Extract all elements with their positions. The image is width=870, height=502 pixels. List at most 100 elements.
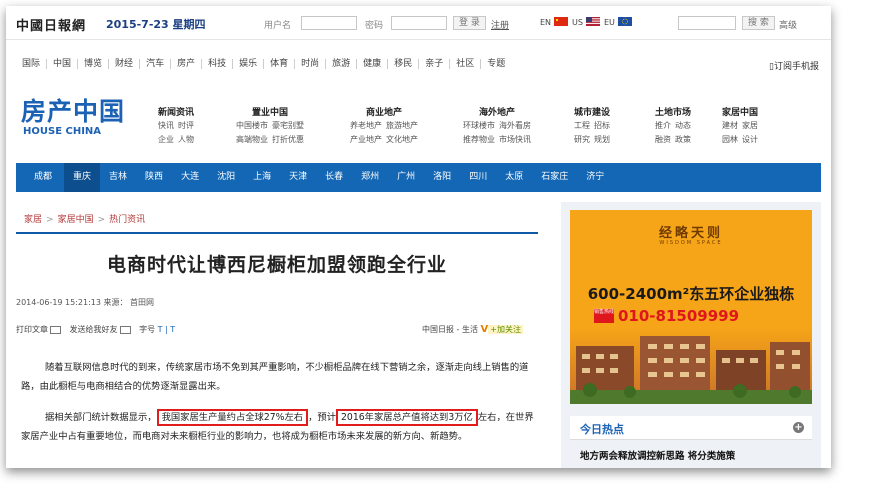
city-link[interactable]: 大连 <box>172 163 208 192</box>
section-nav-link[interactable]: 养老地产 <box>350 121 382 130</box>
city-link[interactable]: 长春 <box>316 163 352 192</box>
mobile-subscribe-link[interactable]: ▯订阅手机报 <box>769 59 819 72</box>
lang-en-label[interactable]: EN <box>540 18 551 27</box>
register-link[interactable]: 注册 <box>491 18 509 31</box>
section-nav-title[interactable]: 城市建设 <box>572 107 612 119</box>
breadcrumb-home[interactable]: 家居 <box>24 215 42 225</box>
city-link[interactable]: 太原 <box>496 163 532 192</box>
section-nav-link[interactable]: 中国楼市 <box>236 121 268 130</box>
section-nav-link[interactable]: 环球楼市 <box>463 121 495 130</box>
breadcrumb-section[interactable]: 家居中国 <box>58 215 94 225</box>
section-nav-link[interactable]: 豪宅别墅 <box>272 121 304 130</box>
send-friend-link[interactable]: 发送给我好友 <box>70 325 118 334</box>
font-size-toggle[interactable]: T | T <box>158 325 176 334</box>
channel-link[interactable]: 财经 <box>109 59 141 69</box>
channel-link[interactable]: 博览 <box>78 59 110 69</box>
search-button[interactable]: 搜 索 <box>742 16 775 30</box>
channel-link[interactable]: 旅游 <box>326 59 358 69</box>
search-input[interactable] <box>678 16 736 30</box>
section-nav-title[interactable]: 新闻资讯 <box>156 107 196 119</box>
city-link[interactable]: 洛阳 <box>424 163 460 192</box>
section-nav-link[interactable]: 人物 <box>178 135 194 144</box>
channel-link[interactable]: 娱乐 <box>233 59 265 69</box>
section-nav-title[interactable]: 家居中国 <box>720 107 760 119</box>
print-link[interactable]: 打印文章 <box>16 325 48 334</box>
channel-link[interactable]: 汽车 <box>140 59 172 69</box>
section-nav-link[interactable]: 推介 <box>655 121 671 130</box>
city-link[interactable]: 上海 <box>244 163 280 192</box>
section-nav-title[interactable]: 土地市场 <box>653 107 693 119</box>
city-link[interactable]: 济宁 <box>577 163 613 192</box>
section-nav-link[interactable]: 工程 <box>574 121 590 130</box>
city-link[interactable]: 重庆 <box>64 163 101 192</box>
username-input[interactable] <box>301 16 357 30</box>
login-button[interactable]: 登 录 <box>453 16 486 30</box>
ad-brand-en: WISDOM SPACE <box>659 240 723 246</box>
section-nav-link[interactable]: 政策 <box>675 135 691 144</box>
channel-link[interactable]: 科技 <box>202 59 234 69</box>
channel-link[interactable]: 社区 <box>450 59 482 69</box>
section-nav-link[interactable]: 建材 <box>722 121 738 130</box>
section-nav-link[interactable]: 设计 <box>742 135 758 144</box>
us-flag-icon[interactable] <box>586 17 600 26</box>
section-nav-link[interactable]: 动态 <box>675 121 691 130</box>
password-input[interactable] <box>391 16 447 30</box>
section-nav-title[interactable]: 海外地产 <box>461 107 533 119</box>
section-nav-link[interactable]: 市场快讯 <box>499 135 531 144</box>
city-link[interactable]: 陕西 <box>136 163 172 192</box>
section-nav-link[interactable]: 海外看房 <box>499 121 531 130</box>
city-link[interactable]: 天津 <box>280 163 316 192</box>
lang-us-label[interactable]: US <box>572 18 583 27</box>
city-link[interactable]: 沈阳 <box>208 163 244 192</box>
section-nav-link[interactable]: 家居 <box>742 121 758 130</box>
city-link[interactable]: 石家庄 <box>532 163 577 192</box>
section-nav-link[interactable]: 时评 <box>178 121 194 130</box>
follow-button[interactable]: +加关注 <box>488 325 523 334</box>
expand-plus-icon[interactable]: + <box>793 422 804 433</box>
breadcrumb-current[interactable]: 热门资讯 <box>109 215 145 225</box>
site-brand[interactable]: 中國日報網 <box>16 15 86 34</box>
china-flag-icon[interactable] <box>554 17 568 26</box>
eu-flag-icon[interactable] <box>618 17 632 26</box>
section-nav-link[interactable]: 旅游地产 <box>386 121 418 130</box>
city-link[interactable]: 四川 <box>460 163 496 192</box>
real-estate-ad-banner[interactable]: 经略天则 WISDOM SPACE 600-2400m²东五环企业独栋 销售热线… <box>570 210 812 404</box>
paragraph-2-mid: ，预计 <box>308 412 337 423</box>
hot-topic-item[interactable]: 地方两会释放调控新思路 将分类施策 <box>580 448 735 462</box>
section-nav-title[interactable]: 商业地产 <box>348 107 420 119</box>
advanced-search-link[interactable]: 高级 <box>779 18 797 31</box>
channel-link[interactable]: 体育 <box>264 59 296 69</box>
section-nav-link[interactable]: 快讯 <box>158 121 174 130</box>
house-china-logo[interactable]: 房产中国 HOUSE CHINA <box>21 98 141 138</box>
section-nav-link[interactable]: 高端物业 <box>236 135 268 144</box>
city-link[interactable]: 广州 <box>388 163 424 192</box>
section-nav-link[interactable]: 融资 <box>655 135 671 144</box>
city-link[interactable]: 郑州 <box>352 163 388 192</box>
section-nav-link[interactable]: 企业 <box>158 135 174 144</box>
section-nav-link[interactable]: 产业地产 <box>350 135 382 144</box>
section-nav-link[interactable]: 文化地产 <box>386 135 418 144</box>
city-link[interactable]: 吉林 <box>100 163 136 192</box>
printer-icon[interactable] <box>50 325 61 334</box>
channel-link[interactable]: 房产 <box>171 59 203 69</box>
city-link[interactable]: 成都 <box>16 163 64 192</box>
channel-link[interactable]: 亲子 <box>419 59 451 69</box>
article-paragraph-1: 随着互联网信息时代的到来，传统家居市场不免到其严重影响，不少橱柜品牌在线下营销之… <box>21 358 536 396</box>
section-nav-link[interactable]: 研究 <box>574 135 590 144</box>
section-nav-link[interactable]: 推荐物业 <box>463 135 495 144</box>
building-illustration <box>570 328 812 404</box>
section-nav-link[interactable]: 打折优惠 <box>272 135 304 144</box>
section-nav-row: 园林 设计 <box>720 133 760 147</box>
channel-link[interactable]: 时尚 <box>295 59 327 69</box>
channel-link[interactable]: 健康 <box>357 59 389 69</box>
channel-link[interactable]: 专题 <box>481 59 511 69</box>
lang-eu-label[interactable]: EU <box>604 18 615 27</box>
channel-link[interactable]: 国际 <box>16 59 48 69</box>
section-nav-title[interactable]: 置业中国 <box>234 107 306 119</box>
section-nav-link[interactable]: 园林 <box>722 135 738 144</box>
mail-icon[interactable] <box>119 325 131 334</box>
channel-link[interactable]: 移民 <box>388 59 420 69</box>
channel-link[interactable]: 中国 <box>47 59 79 69</box>
section-nav-link[interactable]: 规划 <box>594 135 610 144</box>
section-nav-link[interactable]: 招标 <box>594 121 610 130</box>
